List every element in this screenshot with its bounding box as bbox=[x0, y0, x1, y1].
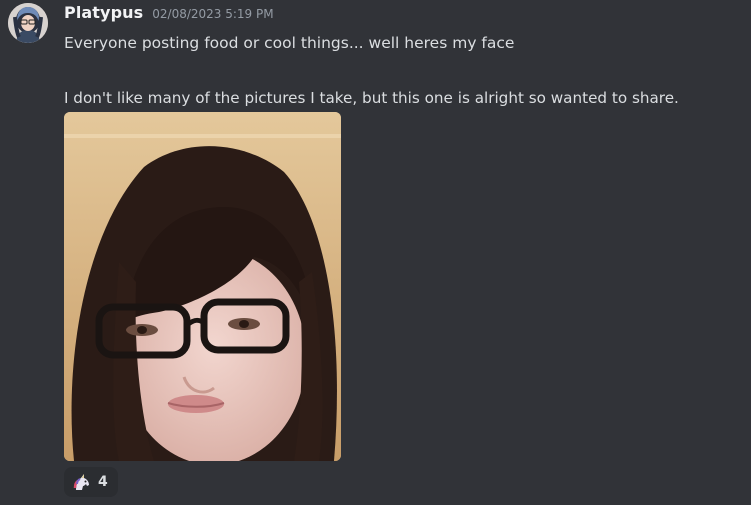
message-text-line: I don't like many of the pictures I take… bbox=[64, 89, 679, 107]
user-avatar-icon[interactable] bbox=[8, 3, 48, 43]
unicorn-emoji-icon bbox=[72, 472, 92, 492]
message-header: Platypus 02/08/2023 5:19 PM bbox=[64, 3, 274, 27]
timestamp: 02/08/2023 5:19 PM bbox=[152, 7, 274, 21]
username[interactable]: Platypus bbox=[64, 3, 143, 22]
selfie-photo bbox=[64, 112, 341, 461]
reaction-button[interactable]: 4 bbox=[64, 467, 118, 497]
reaction-count: 4 bbox=[98, 474, 108, 490]
message-text-line: Everyone posting food or cool things... … bbox=[64, 34, 515, 52]
image-attachment[interactable] bbox=[64, 112, 341, 461]
